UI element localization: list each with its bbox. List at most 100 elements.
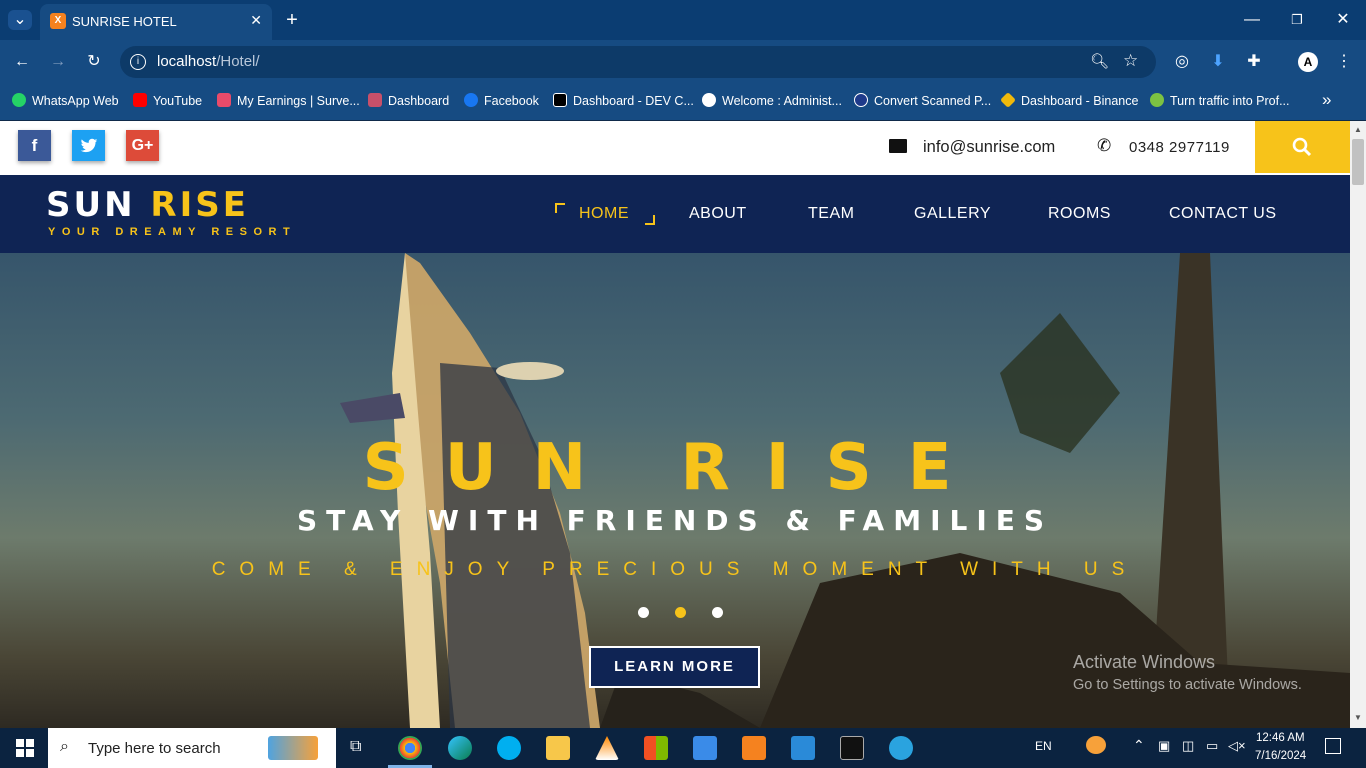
bookmark-item[interactable]: Welcome : Administ... bbox=[702, 93, 842, 108]
bookmark-item[interactable]: Dashboard - Binance bbox=[1000, 92, 1138, 108]
activate-windows-title: Activate Windows bbox=[1073, 652, 1216, 672]
telegram-taskbar-icon[interactable] bbox=[889, 736, 913, 760]
windows-start-icon[interactable] bbox=[16, 739, 34, 757]
scroll-up-icon[interactable]: ▲ bbox=[1354, 125, 1362, 134]
clock-date[interactable]: 7/16/2024 bbox=[1255, 750, 1306, 762]
bookmark-star-icon[interactable]: ☆ bbox=[1123, 51, 1138, 71]
url-omnibox[interactable]: i localhost/Hotel/ 🔍︎ ☆ bbox=[120, 46, 1156, 78]
bookmark-item[interactable]: Facebook bbox=[464, 93, 539, 108]
globe-extension-icon[interactable]: ◎ bbox=[1170, 52, 1194, 72]
scroll-thumb[interactable] bbox=[1352, 139, 1364, 185]
search-placeholder: Type here to search bbox=[88, 740, 221, 757]
convert-icon bbox=[854, 93, 868, 107]
terminal-taskbar-icon[interactable] bbox=[840, 736, 864, 760]
site-search-button[interactable] bbox=[1255, 121, 1350, 173]
scroll-down-icon[interactable]: ▼ bbox=[1354, 713, 1362, 722]
nav-home[interactable]: HOME bbox=[579, 205, 629, 223]
phone-text: 0348 2977119 bbox=[1129, 139, 1230, 156]
site-info-icon[interactable]: i bbox=[130, 54, 146, 70]
browser-tab-strip: ⌄ X SUNRISE HOTEL ✕ + — ❐ ✕ bbox=[0, 0, 1366, 40]
chrome-taskbar-icon[interactable] bbox=[398, 736, 422, 760]
nav-gallery[interactable]: GALLERY bbox=[914, 205, 991, 223]
bookmarks-bar: WhatsApp Web YouTube My Earnings | Surve… bbox=[0, 84, 1366, 120]
bookmark-item[interactable]: WhatsApp Web bbox=[12, 93, 119, 108]
logo-tagline: YOUR DREAMY RESORT bbox=[48, 226, 297, 238]
site-logo[interactable]: SUN RISE bbox=[46, 185, 249, 225]
active-bracket-icon bbox=[555, 203, 565, 213]
clock-time[interactable]: 12:46 AM bbox=[1256, 732, 1305, 744]
zoom-icon[interactable]: 🔍︎ bbox=[1090, 52, 1109, 70]
skype-taskbar-icon[interactable] bbox=[497, 736, 521, 760]
more-bookmarks-icon[interactable]: » bbox=[1322, 90, 1331, 110]
youtube-icon bbox=[133, 93, 147, 107]
globe-icon bbox=[702, 93, 716, 107]
active-bracket-icon bbox=[645, 215, 655, 225]
slider-dot-active[interactable] bbox=[675, 607, 686, 618]
mail-taskbar-icon[interactable] bbox=[693, 736, 717, 760]
learn-more-button[interactable]: LEARN MORE bbox=[589, 646, 760, 688]
ezoic-icon bbox=[1150, 93, 1164, 107]
weather-icon[interactable] bbox=[1086, 736, 1106, 754]
facebook-button[interactable]: f bbox=[18, 130, 51, 161]
whatsapp-icon bbox=[12, 93, 26, 107]
reload-icon[interactable]: ↻ bbox=[82, 52, 106, 72]
vlc-taskbar-icon[interactable] bbox=[595, 736, 619, 760]
bookmark-item[interactable]: Turn traffic into Prof... bbox=[1150, 93, 1290, 108]
survey-icon bbox=[217, 93, 231, 107]
binance-icon bbox=[1000, 92, 1016, 108]
email-text[interactable]: info@sunrise.com bbox=[923, 138, 1055, 157]
envelope-icon bbox=[889, 139, 907, 153]
search-highlight-icon bbox=[268, 736, 318, 760]
window-close-button[interactable]: ✕ bbox=[1331, 10, 1355, 30]
tray-chevron-icon[interactable]: ⌃ bbox=[1133, 737, 1145, 754]
download-icon[interactable]: ⬇ bbox=[1206, 52, 1230, 72]
search-icon bbox=[1292, 137, 1312, 157]
nav-rooms[interactable]: ROOMS bbox=[1048, 205, 1111, 223]
url-text: localhost/Hotel/ bbox=[157, 53, 260, 70]
browser-tab[interactable]: X SUNRISE HOTEL ✕ bbox=[40, 4, 272, 40]
profile-avatar[interactable]: A bbox=[1298, 52, 1318, 72]
close-tab-icon[interactable]: ✕ bbox=[250, 12, 262, 29]
extensions-icon[interactable]: ✚ bbox=[1242, 52, 1266, 72]
restore-button[interactable]: ❐ bbox=[1285, 10, 1309, 30]
slider-dot[interactable] bbox=[712, 607, 723, 618]
tab-search-button[interactable]: ⌄ bbox=[8, 10, 32, 30]
search-icon: ⌕ bbox=[60, 738, 69, 755]
store-taskbar-icon[interactable] bbox=[644, 736, 668, 760]
google-plus-button[interactable]: G+ bbox=[126, 130, 159, 161]
bookmark-item[interactable]: Convert Scanned P... bbox=[854, 93, 991, 108]
twitter-icon bbox=[80, 138, 97, 153]
twitter-button[interactable] bbox=[72, 130, 105, 161]
nav-contact-us[interactable]: CONTACT US bbox=[1169, 205, 1277, 223]
nav-team[interactable]: TEAM bbox=[808, 205, 854, 223]
edge-taskbar-icon[interactable] bbox=[448, 736, 472, 760]
contact-bar: f G+ info@sunrise.com ✆ 0348 2977119 bbox=[0, 121, 1350, 175]
meet-icon[interactable]: ▣ bbox=[1158, 738, 1170, 754]
browser-menu-icon[interactable]: ⋮ bbox=[1332, 52, 1356, 72]
taskbar-search-input[interactable]: ⌕ Type here to search bbox=[48, 728, 336, 768]
network-icon[interactable]: ◫ bbox=[1182, 738, 1194, 754]
bookmark-item[interactable]: YouTube bbox=[133, 93, 202, 108]
page-scrollbar[interactable]: ▲ ▼ bbox=[1350, 121, 1366, 728]
phone-icon: ✆ bbox=[1097, 136, 1112, 155]
notification-icon[interactable] bbox=[1325, 738, 1341, 754]
battery-icon[interactable]: ▭ bbox=[1206, 738, 1218, 754]
new-tab-button[interactable]: + bbox=[280, 10, 304, 30]
language-indicator[interactable]: EN bbox=[1035, 739, 1052, 753]
volume-muted-icon[interactable]: ◁× bbox=[1228, 738, 1246, 754]
hero-tagline: COME & ENJOY PRECIOUS MOMENT WITH US bbox=[211, 559, 1139, 580]
bookmark-item[interactable]: Dashboard bbox=[368, 93, 449, 108]
minimize-button[interactable]: — bbox=[1240, 10, 1264, 30]
nav-about[interactable]: ABOUT bbox=[689, 205, 747, 223]
vscode-taskbar-icon[interactable] bbox=[791, 736, 815, 760]
file-explorer-icon[interactable] bbox=[546, 736, 570, 760]
bookmark-item[interactable]: Dashboard - DEV C... bbox=[553, 93, 694, 108]
bookmark-item[interactable]: My Earnings | Surve... bbox=[217, 93, 360, 108]
facebook-icon bbox=[464, 93, 478, 107]
forward-icon[interactable]: → bbox=[46, 52, 70, 72]
xampp-taskbar-icon[interactable] bbox=[742, 736, 766, 760]
task-view-icon[interactable]: ⧉ bbox=[350, 738, 361, 756]
slider-dot[interactable] bbox=[638, 607, 649, 618]
back-icon[interactable]: ← bbox=[10, 52, 34, 72]
windows-taskbar: ⌕ Type here to search ⧉ EN ⌃ ▣ ◫ ▭ ◁× 12… bbox=[0, 728, 1366, 768]
